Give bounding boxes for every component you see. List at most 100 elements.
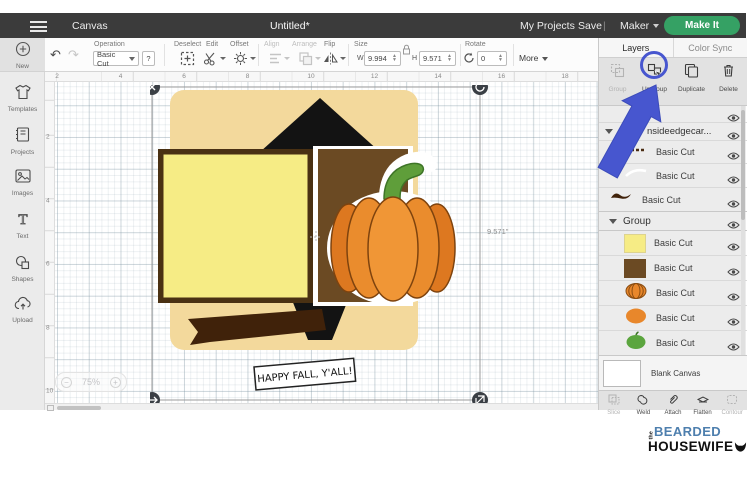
arrange-label: Arrange xyxy=(292,41,317,48)
watermark-line1: BEARDED xyxy=(654,424,722,439)
eye-icon[interactable] xyxy=(727,110,740,122)
eye-icon[interactable] xyxy=(727,217,740,229)
align-label: Align xyxy=(264,41,280,48)
eye-icon[interactable] xyxy=(727,239,740,251)
weld-button[interactable]: Weld xyxy=(629,391,659,416)
offset-icon[interactable] xyxy=(233,51,248,66)
group-icon xyxy=(610,63,625,78)
sidebar-item-new[interactable]: New xyxy=(0,38,45,72)
panel-scrollbar[interactable] xyxy=(741,106,745,355)
zoom-out-button[interactable]: − xyxy=(61,376,72,388)
layer-thumbnail xyxy=(624,331,648,355)
delete-button[interactable]: Delete xyxy=(710,58,747,105)
chevron-down-icon xyxy=(542,56,549,61)
undo-icon[interactable]: ↶ xyxy=(50,48,61,63)
operation-label: Operation xyxy=(94,41,125,48)
chevron-down-icon[interactable] xyxy=(250,57,256,60)
chevron-down-icon xyxy=(653,24,660,29)
app-window: Canvas Untitled* My Projects Save | Make… xyxy=(0,0,750,477)
eye-icon[interactable] xyxy=(727,339,740,351)
make-it-button[interactable]: Make It xyxy=(664,16,740,35)
horizontal-ruler: 2 4 6 8 10 12 14 16 18 xyxy=(45,72,598,82)
rotate-input[interactable]: 0 ▲ ▼ xyxy=(477,51,507,66)
layer-row[interactable]: Basic Cut xyxy=(599,306,747,331)
document-title[interactable]: Untitled* xyxy=(270,20,310,32)
blank-canvas-row[interactable]: Blank Canvas xyxy=(599,355,747,390)
layer-thumbnail xyxy=(624,281,648,305)
attach-button[interactable]: Attach xyxy=(658,391,688,416)
height-input[interactable]: 9.571 ▲ ▼ xyxy=(419,51,456,66)
width-input[interactable]: 9.994 ▲ ▼ xyxy=(364,51,401,66)
group-row[interactable]: Group xyxy=(599,212,747,231)
annotation-arrow xyxy=(597,84,662,179)
stepper-icon[interactable]: ▲ ▼ xyxy=(447,54,452,62)
layer-row[interactable]: Basic Cut xyxy=(599,188,747,212)
rotate-icon[interactable] xyxy=(463,52,475,64)
layer-row[interactable]: Basic Cut xyxy=(599,281,747,306)
operation-dropdown[interactable]: Basic Cut xyxy=(93,50,139,68)
layer-row[interactable]: Basic Cut xyxy=(599,231,747,256)
layer-row[interactable]: Basic Cut xyxy=(599,331,747,355)
panel-tabs: Layers Color Sync xyxy=(599,38,747,58)
eye-icon[interactable] xyxy=(727,289,740,301)
eye-icon[interactable] xyxy=(727,314,740,326)
duplicate-button[interactable]: Duplicate xyxy=(673,58,710,105)
blank-canvas-label: Blank Canvas xyxy=(651,368,701,378)
layer-thumbnail xyxy=(609,190,634,209)
tab-color-sync[interactable]: Color Sync xyxy=(672,38,748,57)
chevron-down-icon[interactable] xyxy=(220,57,226,60)
flip-icon[interactable] xyxy=(322,51,339,66)
hamburger-menu-icon[interactable] xyxy=(30,21,47,32)
edit-toolbar: ↶ ↷ Operation Basic Cut ? Deselect Edit … xyxy=(45,38,598,72)
size-lock-icon[interactable] xyxy=(402,44,411,55)
sidebar-item-text[interactable]: T Text xyxy=(0,211,45,240)
flatten-button[interactable]: Flatten xyxy=(688,391,718,416)
stepper-icon[interactable]: ▲ ▼ xyxy=(498,54,503,62)
design-selection-group[interactable]: HAPPY FALL, Y'ALL! xyxy=(150,85,490,410)
width-label: W xyxy=(357,55,364,62)
my-projects-link[interactable]: My Projects xyxy=(520,20,575,32)
more-button[interactable]: More xyxy=(519,53,549,63)
zoom-in-button[interactable]: + xyxy=(109,376,121,388)
watermark-the: the xyxy=(648,431,655,440)
chevron-down-icon[interactable] xyxy=(340,57,346,60)
sidebar-item-projects[interactable]: Projects xyxy=(0,126,45,156)
watermark-line2: HOUSEWIFE xyxy=(648,439,734,454)
eye-icon[interactable] xyxy=(727,264,740,276)
eye-icon[interactable] xyxy=(727,148,740,160)
layer-row[interactable]: Basic Cut xyxy=(599,256,747,281)
banner-tag[interactable]: HAPPY FALL, Y'ALL! xyxy=(253,357,357,391)
operation-help-button[interactable]: ? xyxy=(142,51,155,66)
horizontal-scrollbar[interactable] xyxy=(45,403,598,411)
slice-icon xyxy=(608,394,620,405)
zoom-level: 75% xyxy=(81,377,100,387)
trash-icon xyxy=(724,64,733,77)
scrollbar-thumb[interactable] xyxy=(57,405,101,410)
stepper-icon[interactable]: ▲ ▼ xyxy=(392,54,397,62)
selection-handle-delete[interactable] xyxy=(150,85,160,95)
save-link[interactable]: Save xyxy=(578,20,602,32)
layer-thumbnail xyxy=(624,306,648,330)
eye-icon[interactable] xyxy=(727,195,740,207)
sidebar-item-shapes[interactable]: Shapes xyxy=(0,254,45,283)
chevron-down-icon xyxy=(315,57,321,60)
layer-thumbnail xyxy=(624,258,646,278)
chevron-down-icon xyxy=(129,56,135,61)
chevron-down-icon xyxy=(284,57,290,60)
selection-handle-rotate[interactable] xyxy=(472,85,488,95)
slice-button: Slice xyxy=(599,391,629,416)
eye-icon[interactable] xyxy=(727,127,740,139)
image-icon xyxy=(14,169,31,183)
machine-select[interactable]: Maker xyxy=(620,20,660,32)
eye-icon[interactable] xyxy=(727,171,740,183)
chevron-down-icon[interactable] xyxy=(609,218,617,224)
sidebar-item-upload[interactable]: Upload xyxy=(0,296,45,324)
sidebar-item-templates[interactable]: Templates xyxy=(0,84,45,113)
tshirt-icon xyxy=(14,84,31,100)
deselect-icon[interactable] xyxy=(180,51,195,66)
svg-text:T: T xyxy=(18,212,27,227)
scissors-edit-icon[interactable] xyxy=(203,51,218,66)
scrollbar-thumb[interactable] xyxy=(741,110,745,220)
photo-frame-shape[interactable] xyxy=(158,149,313,303)
sidebar-item-images[interactable]: Images xyxy=(0,168,45,197)
